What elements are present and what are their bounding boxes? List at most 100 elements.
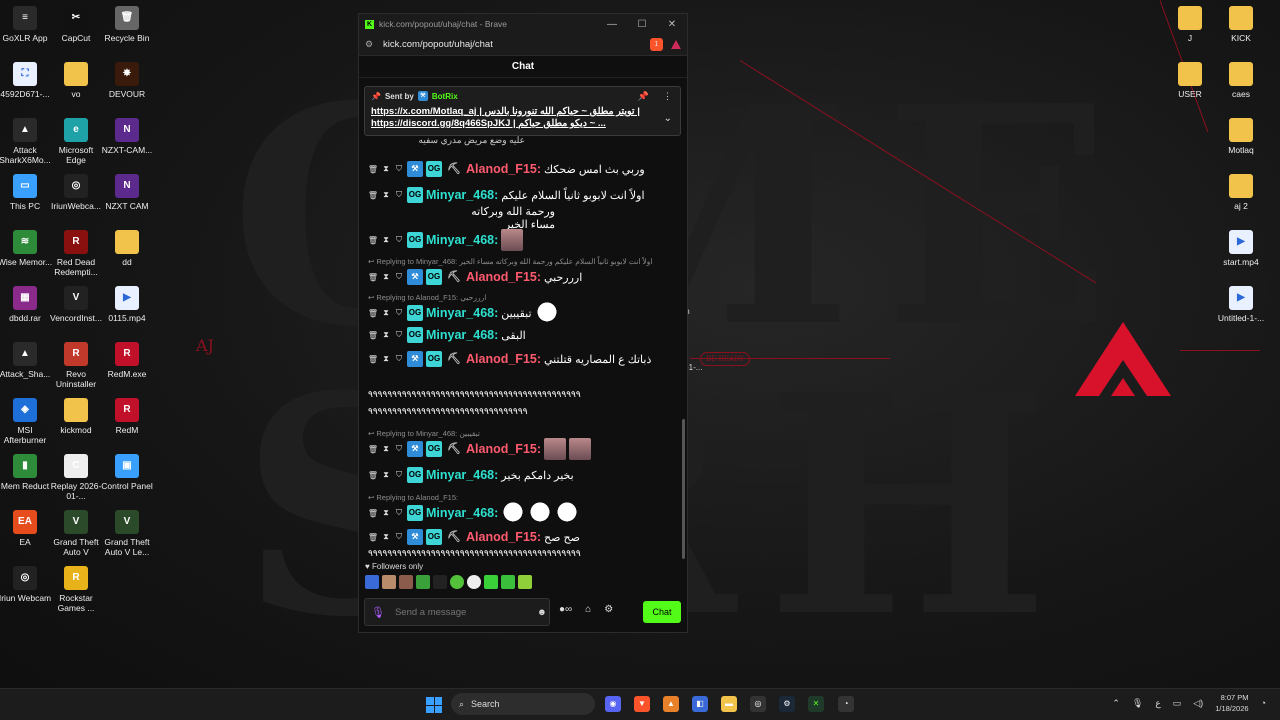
chat-username[interactable]: Alanod_F15: xyxy=(466,162,541,176)
delete-icon[interactable]: 🗑 xyxy=(368,234,378,246)
chat-username[interactable]: Minyar_468: xyxy=(426,306,498,320)
chat-message[interactable]: ↩ Replying to Alanod_F15: 🗑 ⧗ ⛉ OG Minyar_468… xyxy=(368,491,675,524)
desktop-icon-0115-mp4[interactable]: ▶ 0115.mp4 xyxy=(99,286,155,323)
chat-message[interactable]: 🗑 ⧗ ⛉ OG Minyar_468: xyxy=(368,229,675,251)
unpin-icon[interactable]: 📌 xyxy=(638,91,649,102)
delete-icon[interactable]: 🗑 xyxy=(368,329,378,341)
desktop-icon-kickmod[interactable]: kickmod xyxy=(48,398,104,435)
timeout-icon[interactable]: ⧗ xyxy=(381,507,391,519)
chat-scrollbar[interactable] xyxy=(682,419,685,559)
desktop-icon-revo-uninstaller[interactable]: R Revo Uninstaller xyxy=(48,342,104,389)
emote-quick-bar[interactable] xyxy=(365,575,532,589)
excel-icon[interactable]: ✕ xyxy=(808,696,824,712)
start-menu-icon[interactable] xyxy=(426,697,442,713)
desktop-icon-microsoft-edge[interactable]: e Microsoft Edge xyxy=(48,118,104,165)
desktop-icon-j[interactable]: J xyxy=(1162,6,1218,43)
pinned-message[interactable]: 📌 Sent by ⚒ BotRix 📌 ⋮ https://x.com/Mot… xyxy=(364,86,681,136)
desktop-icon-iriunwebca[interactable]: ◎ IriunWebca... xyxy=(48,174,104,211)
chat-message[interactable]: 🗑 ⧗ ⛉ OG Minyar_468: البقى xyxy=(368,325,675,345)
site-info-icon[interactable]: ⚙ xyxy=(365,39,383,50)
chat-message[interactable]: 🗑 ⧗ ⛉ OG Minyar_468: بخير دامكم بخير xyxy=(368,465,675,485)
desktop-icon-dbdd-rar[interactable]: ▦ dbdd.rar xyxy=(0,286,53,323)
pinned-link-x[interactable]: https://x.com/Motlaq_aj | تويتر مطلق ~ ح… xyxy=(371,106,651,118)
timeout-icon[interactable]: ⧗ xyxy=(381,307,391,319)
emote-icon[interactable] xyxy=(365,575,379,589)
delete-icon[interactable]: 🗑 xyxy=(368,307,378,319)
desktop-icon-attack-sharkx6mo[interactable]: ▲ Attack SharkX6Mo... xyxy=(0,118,53,165)
chat-username[interactable]: Minyar_468: xyxy=(426,328,498,342)
desktop-icon-user[interactable]: USER xyxy=(1162,62,1218,99)
ban-icon[interactable]: ⛉ xyxy=(394,329,404,341)
chat-username[interactable]: Alanod_F15: xyxy=(466,442,541,456)
reply-context[interactable]: ↩ Replying to Minyar_468: تبقيبين xyxy=(368,427,675,439)
desktop-icon-vo[interactable]: vo xyxy=(48,62,104,99)
timeout-icon[interactable]: ⧗ xyxy=(381,189,391,201)
desktop-icon-iriun-webcam[interactable]: ◎ Iriun Webcam xyxy=(0,566,53,603)
app-icon[interactable]: ◧ xyxy=(692,696,708,712)
more-options-icon[interactable]: ⋮ xyxy=(663,91,672,102)
taskbar-search[interactable]: ⌕ Search xyxy=(451,693,595,715)
desktop-icon-msi-afterburner[interactable]: ◈ MSI Afterburner xyxy=(0,398,53,445)
ban-icon[interactable]: ⛉ xyxy=(394,443,404,455)
delete-icon[interactable]: 🗑 xyxy=(368,531,378,543)
timeout-icon[interactable]: ⧗ xyxy=(381,469,391,481)
desktop-icon-aj-2[interactable]: aj 2 xyxy=(1213,174,1269,211)
chat-message[interactable]: ↩ Replying to Minyar_468: اولاً انت لابو… xyxy=(368,255,675,287)
steam-icon[interactable]: ⚙ xyxy=(779,696,795,712)
desktop-icon-mem-reduct[interactable]: ▮ Mem Reduct xyxy=(0,454,53,491)
ban-icon[interactable]: ⛉ xyxy=(394,271,404,283)
desktop-icon-caes[interactable]: caes xyxy=(1213,62,1269,99)
delete-icon[interactable]: 🗑 xyxy=(368,271,378,283)
ban-icon[interactable]: ⛉ xyxy=(394,531,404,543)
desktop-icon-nzxt-cam[interactable]: N NZXT-CAM... xyxy=(99,118,155,155)
apex-launcher-icon[interactable]: ▲ xyxy=(663,696,679,712)
microphone-icon[interactable]: 🎙 xyxy=(371,606,385,619)
emote-icon[interactable] xyxy=(433,575,447,589)
emote-icon[interactable] xyxy=(518,575,532,589)
delete-icon[interactable]: 🗑 xyxy=(368,469,378,481)
chat-username[interactable]: Alanod_F15: xyxy=(466,530,541,544)
store-icon[interactable]: ⌂ xyxy=(585,604,591,615)
emote-icon[interactable] xyxy=(416,575,430,589)
reply-context[interactable]: ↩ Replying to Alanod_F15: ارررحبي xyxy=(368,291,675,303)
chevron-down-icon[interactable]: ⌄ xyxy=(664,113,672,124)
microphone-tray-icon[interactable]: 🎙 xyxy=(1132,698,1143,709)
desktop-icon-start-mp4[interactable]: ▶ start.mp4 xyxy=(1213,230,1269,267)
chat-message[interactable]: 🗑 ⧗ ⛉ OG Minyar_468: اولاً انت لابوبو ثانياً … xyxy=(368,185,675,231)
desktop-icon-devour[interactable]: ✸ DEVOUR xyxy=(99,62,155,99)
ban-icon[interactable]: ⛉ xyxy=(394,189,404,201)
delete-icon[interactable]: 🗑 xyxy=(368,189,378,201)
emote-icon[interactable] xyxy=(484,575,498,589)
reply-context[interactable]: ↩ Replying to Minyar_468: اولاً انت لابو… xyxy=(368,255,675,267)
desktop-icon-ea[interactable]: EA EA xyxy=(0,510,53,547)
desktop-icon-vencordinst[interactable]: V VencordInst... xyxy=(48,286,104,323)
desktop-icon-rockstar-games[interactable]: R Rockstar Games ... xyxy=(48,566,104,613)
clock[interactable]: 8:07 PM 1/18/2026 xyxy=(1215,692,1248,714)
delete-icon[interactable]: 🗑 xyxy=(368,163,378,175)
maximize-button[interactable]: ☐ xyxy=(627,19,657,30)
brave-shield-icon[interactable]: 1 xyxy=(650,38,663,51)
discord-icon[interactable]: ◉ xyxy=(605,696,621,712)
obs-icon[interactable]: ◔ xyxy=(838,696,854,712)
chevron-up-icon[interactable]: ⌃ xyxy=(1112,698,1120,709)
notification-icon[interactable]: ◔ xyxy=(1261,698,1266,708)
desktop-icon-control-panel[interactable]: ▣ Control Panel xyxy=(99,454,155,491)
emote-icon[interactable] xyxy=(399,575,413,589)
timeout-icon[interactable]: ⧗ xyxy=(381,353,391,365)
desktop-icon-grand-theft-auto-v-le[interactable]: V Grand Theft Auto V Le... xyxy=(99,510,155,557)
network-icon[interactable]: ▭ xyxy=(1173,698,1182,709)
timeout-icon[interactable]: ⧗ xyxy=(381,271,391,283)
chat-message[interactable]: 🗑 ⧗ ⛉ ⚒ OG ⛏ Alanod_F15: وربي بث امس ضحكك xyxy=(368,159,675,179)
timeout-icon[interactable]: ⧗ xyxy=(381,329,391,341)
timeout-icon[interactable]: ⧗ xyxy=(381,234,391,246)
brave-rewards-icon[interactable] xyxy=(671,40,681,49)
settings-gear-icon[interactable]: ⚙ xyxy=(604,604,613,615)
pinned-sender[interactable]: BotRix xyxy=(432,92,458,101)
brave-icon[interactable]: ▼ xyxy=(634,696,650,712)
ban-icon[interactable]: ⛉ xyxy=(394,469,404,481)
message-input[interactable] xyxy=(394,606,527,618)
desktop-icon-kick[interactable]: KICK xyxy=(1213,6,1269,43)
desktop-icon-attack-sha[interactable]: ▲ Attack_Sha... xyxy=(0,342,53,379)
ban-icon[interactable]: ⛉ xyxy=(394,507,404,519)
chat-username[interactable]: Minyar_468: xyxy=(426,233,498,247)
